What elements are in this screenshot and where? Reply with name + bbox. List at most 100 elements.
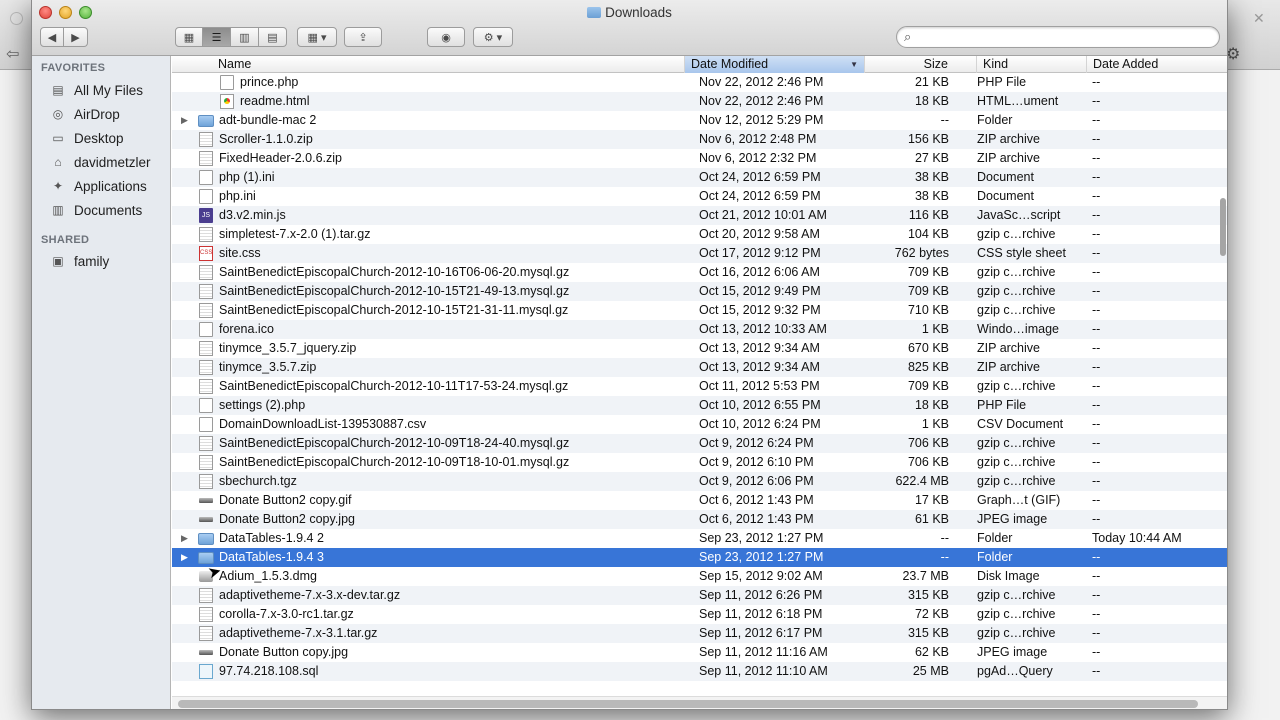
table-row[interactable]: Adium_1.5.3.dmg Sep 15, 2012 9:02 AM 23.7 …	[172, 567, 1227, 586]
sidebar-item-desktop[interactable]: ▭ Desktop	[50, 127, 123, 149]
table-row[interactable]: SaintBenedictEpiscopalChurch-2012-10-16T…	[172, 263, 1227, 282]
file-date-added: --	[1092, 132, 1101, 146]
file-kind: ZIP archive	[977, 341, 1040, 355]
folder-file-icon	[198, 115, 214, 127]
file-date-added: --	[1092, 227, 1101, 241]
view-list-button[interactable]: ☰	[203, 27, 231, 47]
file-size: 23.7 MB	[902, 569, 949, 583]
table-row[interactable]: Donate Button copy.jpg Sep 11, 2012 11:16…	[172, 643, 1227, 662]
sidebar-item-family[interactable]: ▣ family	[50, 250, 109, 272]
file-date-modified: Sep 23, 2012 1:27 PM	[699, 531, 824, 545]
sidebar-item-documents[interactable]: ▥ Documents	[50, 199, 142, 221]
file-name: Adium_1.5.3.dmg	[219, 569, 317, 583]
column-header-kind[interactable]: Kind	[977, 56, 1087, 73]
file-size: 25 MB	[912, 664, 949, 678]
table-row[interactable]: DomainDownloadList-139530887.csv Oct 10, …	[172, 415, 1227, 434]
table-row[interactable]: Donate Button2 copy.jpg Oct 6, 2012 1:43 …	[172, 510, 1227, 529]
sort-descending-icon: ▼	[850, 60, 858, 69]
file-name: php (1).ini	[219, 170, 275, 184]
table-row[interactable]: php.ini Oct 24, 2012 6:59 PM 38 KB Document…	[172, 187, 1227, 206]
share-button[interactable]: ⇪	[344, 27, 382, 47]
file-name: settings (2).php	[219, 398, 306, 412]
html-file-icon	[220, 94, 234, 109]
file-name: d3.v2.min.js	[219, 208, 286, 222]
table-row[interactable]: adaptivetheme-7.x-3.1.tar.gz Sep 11, 2012…	[172, 624, 1227, 643]
vertical-scrollbar-thumb[interactable]	[1220, 198, 1226, 256]
table-row[interactable]: tinymce_3.5.7_jquery.zip Oct 13, 2012 9:3…	[172, 339, 1227, 358]
file-name: site.css	[219, 246, 261, 260]
table-row[interactable]: adaptivetheme-7.x-3.x-dev.tar.gz Sep 11, …	[172, 586, 1227, 605]
file-size: 18 KB	[914, 94, 949, 108]
table-row[interactable]: tinymce_3.5.7.zip Oct 13, 2012 9:34 AM 825…	[172, 358, 1227, 377]
sidebar-item-davidmetzler[interactable]: ⌂ davidmetzler	[50, 151, 150, 173]
disclosure-triangle-icon[interactable]: ▶	[181, 548, 188, 567]
file-size: 104 KB	[907, 227, 949, 241]
sidebar-item-airdrop[interactable]: ◎ AirDrop	[50, 103, 120, 125]
file-name: readme.html	[240, 94, 310, 108]
file-kind: HTML…ument	[977, 94, 1059, 108]
table-row[interactable]: ▶ adt-bundle-mac 2 Nov 12, 2012 5:29 PM -- F…	[172, 111, 1227, 130]
view-icon-button[interactable]: ▦	[175, 27, 203, 47]
zip-file-icon	[199, 436, 213, 451]
disclosure-triangle-icon[interactable]: ▶	[181, 529, 188, 548]
file-name: SaintBenedictEpiscopalChurch-2012-10-15T…	[219, 303, 569, 317]
column-header-name[interactable]: Name	[212, 56, 685, 73]
file-kind: ZIP archive	[977, 360, 1040, 374]
file-date-modified: Oct 17, 2012 9:12 PM	[699, 246, 821, 260]
table-row[interactable]: JS d3.v2.min.js Oct 21, 2012 10:01 AM 116 K…	[172, 206, 1227, 225]
file-kind: Document	[977, 170, 1034, 184]
table-row[interactable]: corolla-7.x-3.0-rc1.tar.gz Sep 11, 2012 6…	[172, 605, 1227, 624]
file-size: 17 KB	[914, 493, 949, 507]
sidebar-item-applications[interactable]: ✦ Applications	[50, 175, 147, 197]
table-row[interactable]: prince.php Nov 22, 2012 2:46 PM 21 KB PHP F…	[172, 73, 1227, 92]
table-row[interactable]: php (1).ini Oct 24, 2012 6:59 PM 38 KB Docu…	[172, 168, 1227, 187]
home-icon: ⌂	[54, 155, 62, 169]
table-row[interactable]: SaintBenedictEpiscopalChurch-2012-10-11T…	[172, 377, 1227, 396]
table-row[interactable]: 97.74.218.108.sql Sep 11, 2012 11:10 AM 25…	[172, 662, 1227, 681]
file-date-modified: Nov 22, 2012 2:46 PM	[699, 75, 824, 89]
zip-file-icon	[199, 626, 213, 641]
arrange-button[interactable]: ▦ ▾	[297, 27, 337, 47]
file-kind: Graph…t (GIF)	[977, 493, 1061, 507]
arrange-icon: ▦ ▾	[307, 31, 327, 44]
table-row[interactable]: readme.html Nov 22, 2012 2:46 PM 18 KB HTML…	[172, 92, 1227, 111]
sidebar-item-all-my-files[interactable]: ▤ All My Files	[50, 79, 143, 101]
table-row[interactable]: SaintBenedictEpiscopalChurch-2012-10-09T…	[172, 434, 1227, 453]
back-button[interactable]: ◀	[40, 27, 64, 47]
table-row[interactable]: ▶ DataTables-1.9.4 3 Sep 23, 2012 1:27 PM -…	[172, 548, 1227, 567]
disclosure-triangle-icon[interactable]: ▶	[181, 111, 188, 130]
file-date-modified: Oct 9, 2012 6:10 PM	[699, 455, 814, 469]
file-kind: Folder	[977, 113, 1013, 127]
table-row[interactable]: forena.ico Oct 13, 2012 10:33 AM 1 KB Windo…	[172, 320, 1227, 339]
file-kind: Document	[977, 189, 1034, 203]
table-row[interactable]: SaintBenedictEpiscopalChurch-2012-10-09T…	[172, 453, 1227, 472]
action-button[interactable]: ⚙ ▾	[473, 27, 513, 47]
file-size: --	[940, 550, 949, 564]
column-header-date-added[interactable]: Date Added	[1087, 56, 1227, 73]
file-name: DomainDownloadList-139530887.csv	[219, 417, 427, 431]
forward-button[interactable]: ▶	[64, 27, 88, 47]
column-header-size[interactable]: Size	[865, 56, 977, 73]
table-row[interactable]: settings (2).php Oct 10, 2012 6:55 PM 18 K…	[172, 396, 1227, 415]
table-row[interactable]: SaintBenedictEpiscopalChurch-2012-10-15T…	[172, 301, 1227, 320]
file-date-modified: Sep 23, 2012 1:27 PM	[699, 550, 824, 564]
view-columns-button[interactable]: ▥	[231, 27, 259, 47]
file-size: 825 KB	[907, 360, 949, 374]
column-header-date-modified[interactable]: Date Modified ▼	[685, 56, 865, 73]
horizontal-scrollbar[interactable]	[172, 696, 1227, 709]
table-row[interactable]: sbechurch.tgz Oct 9, 2012 6:06 PM 622.4 MB…	[172, 472, 1227, 491]
table-row[interactable]: Donate Button2 copy.gif Oct 6, 2012 1:43 …	[172, 491, 1227, 510]
search-field[interactable]: ⌕	[896, 26, 1220, 48]
view-coverflow-button[interactable]: ▤	[259, 27, 287, 47]
file-kind: ZIP archive	[977, 151, 1040, 165]
quick-look-button[interactable]: ◉	[427, 27, 465, 47]
table-row[interactable]: ▶ DataTables-1.9.4 2 Sep 23, 2012 1:27 PM -…	[172, 529, 1227, 548]
window-title: Downloads	[32, 5, 1227, 20]
table-row[interactable]: FixedHeader-2.0.6.zip Nov 6, 2012 2:32 PM…	[172, 149, 1227, 168]
table-row[interactable]: CSS site.css Oct 17, 2012 9:12 PM 762 bytes…	[172, 244, 1227, 263]
table-row[interactable]: SaintBenedictEpiscopalChurch-2012-10-15T…	[172, 282, 1227, 301]
horizontal-scrollbar-thumb[interactable]	[178, 700, 1198, 708]
table-row[interactable]: Scroller-1.1.0.zip Nov 6, 2012 2:48 PM 156…	[172, 130, 1227, 149]
table-row[interactable]: simpletest-7.x-2.0 (1).tar.gz Oct 20, 201…	[172, 225, 1227, 244]
file-kind: gzip c…rchive	[977, 455, 1056, 469]
